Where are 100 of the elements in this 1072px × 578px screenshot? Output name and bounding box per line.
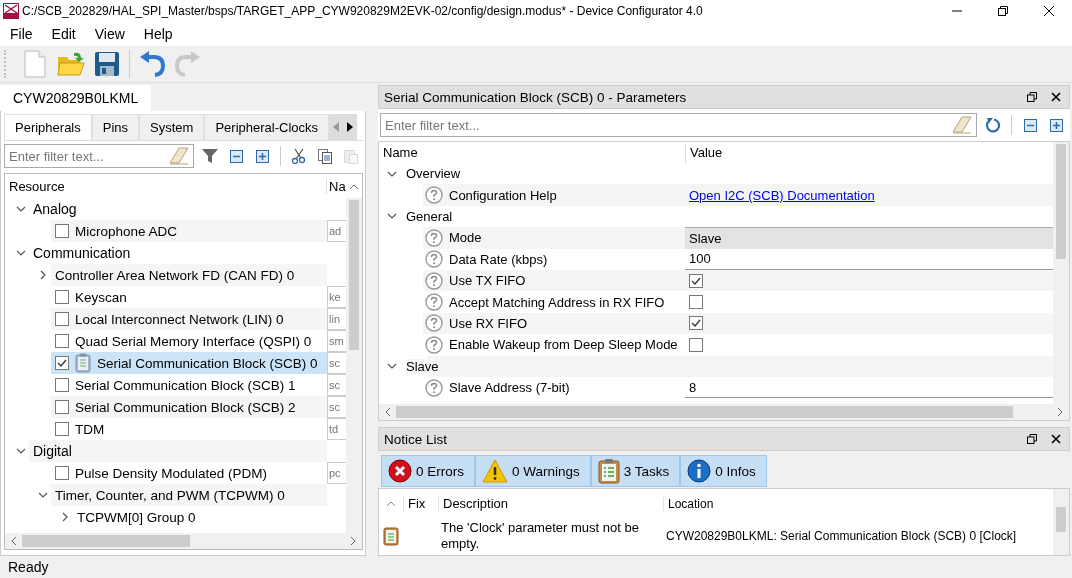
checkbox[interactable] bbox=[689, 273, 703, 288]
tree-row[interactable]: Serial Communication Block (SCB) 1 bbox=[51, 374, 327, 396]
scroll-right-icon[interactable] bbox=[1058, 408, 1063, 416]
parameter-label: Mode bbox=[449, 230, 482, 246]
column-header[interactable]: Resource bbox=[5, 178, 326, 194]
tree-row[interactable]: Local Interconnect Network (LIN) 0 bbox=[51, 308, 327, 330]
checkbox[interactable] bbox=[55, 378, 69, 392]
help-icon[interactable] bbox=[425, 250, 443, 269]
tree-item-label: Analog bbox=[33, 201, 77, 217]
menu-item[interactable]: Edit bbox=[44, 26, 83, 42]
tree-row[interactable]: TCPWM[0] Group 0 bbox=[73, 506, 327, 528]
mode-dropdown[interactable]: Slave bbox=[685, 227, 1053, 249]
float-icon[interactable] bbox=[1027, 434, 1037, 444]
chevron-down-icon[interactable] bbox=[16, 248, 26, 258]
tree-row[interactable]: Serial Communication Block (SCB) 2 bbox=[51, 396, 327, 418]
scroll-left-icon[interactable] bbox=[11, 537, 16, 545]
float-icon[interactable] bbox=[1027, 92, 1037, 102]
menu-item[interactable]: File bbox=[3, 26, 40, 42]
tree-row[interactable]: TDM bbox=[51, 418, 327, 440]
chevron-right-icon[interactable] bbox=[60, 512, 70, 522]
triangle-right-icon[interactable] bbox=[347, 122, 353, 132]
tree-item-label: Timer, Counter, and PWM (TCPWM) 0 bbox=[55, 487, 285, 503]
help-icon[interactable] bbox=[425, 335, 443, 354]
tab[interactable]: Peripheral-Clocks bbox=[204, 114, 329, 140]
checkbox[interactable] bbox=[689, 316, 703, 331]
info-icon[interactable] bbox=[687, 459, 712, 483]
tasks-filter-button[interactable]: 3 Tasks bbox=[590, 455, 681, 487]
chevron-right-icon[interactable] bbox=[38, 270, 48, 280]
tree-row[interactable]: Analog bbox=[29, 198, 327, 220]
help-icon[interactable] bbox=[425, 228, 443, 247]
column-header[interactable]: Fix bbox=[403, 496, 438, 511]
tree-row[interactable]: Quad Serial Memory Interface (QSPI) 0 bbox=[51, 330, 327, 352]
vertical-scrollbar[interactable] bbox=[346, 198, 362, 533]
close-icon[interactable] bbox=[1051, 92, 1061, 102]
errors-filter-button[interactable]: 0 Errors bbox=[381, 455, 475, 487]
status-text: Ready bbox=[8, 559, 49, 575]
sort-icon[interactable] bbox=[387, 501, 395, 506]
help-icon[interactable] bbox=[425, 271, 443, 290]
filter-field[interactable]: Enter filter text... bbox=[4, 144, 194, 168]
filter-field[interactable]: Enter filter text... bbox=[380, 113, 977, 137]
parameter-label: Slave Address (7-bit) bbox=[449, 380, 570, 396]
checkbox[interactable] bbox=[55, 290, 69, 304]
tree-row[interactable]: Communication bbox=[29, 242, 327, 264]
tree-item-label: Digital bbox=[33, 443, 72, 459]
scroll-right-button[interactable] bbox=[343, 114, 357, 140]
help-icon[interactable] bbox=[425, 293, 443, 312]
tab[interactable]: System bbox=[139, 114, 205, 140]
tree-row[interactable]: Digital bbox=[29, 440, 327, 462]
help-icon[interactable] bbox=[425, 378, 443, 397]
tree-row[interactable]: Controller Area Network FD (CAN FD) 0 bbox=[51, 264, 327, 286]
help-icon[interactable] bbox=[425, 186, 443, 205]
tree-item-label: Pulse Density Modulated (PDM) bbox=[75, 465, 268, 481]
tree-row[interactable]: Microphone ADC bbox=[51, 220, 327, 242]
close-icon[interactable] bbox=[1051, 434, 1061, 444]
app-logo-icon bbox=[3, 3, 19, 19]
checkbox[interactable] bbox=[55, 422, 69, 436]
close-icon[interactable] bbox=[1044, 6, 1054, 16]
restore-icon[interactable] bbox=[998, 6, 1008, 16]
scroll-up-icon[interactable] bbox=[350, 183, 358, 189]
group-label: General bbox=[406, 208, 453, 224]
checkbox[interactable] bbox=[55, 356, 69, 370]
scroll-right-icon[interactable] bbox=[351, 537, 356, 545]
tree-row[interactable]: Timer, Counter, and PWM (TCPWM) 0 bbox=[51, 484, 327, 506]
checkbox[interactable] bbox=[55, 466, 69, 480]
filter-input[interactable]: Enter filter text... bbox=[5, 147, 169, 165]
tab[interactable]: Peripherals bbox=[4, 114, 92, 140]
warning-icon[interactable] bbox=[482, 459, 508, 483]
tree-item-label: TCPWM[0] Group 0 bbox=[77, 509, 196, 525]
scroll-left-icon[interactable] bbox=[385, 408, 390, 416]
tab[interactable]: Pins bbox=[91, 114, 140, 140]
tree-row[interactable]: Serial Communication Block (SCB) 0 bbox=[51, 352, 327, 374]
checkbox[interactable] bbox=[55, 224, 69, 238]
checkbox[interactable] bbox=[55, 312, 69, 326]
checkbox[interactable] bbox=[689, 295, 703, 310]
device-tab[interactable]: CYW20829B0LKML bbox=[0, 85, 152, 111]
checkbox[interactable] bbox=[689, 337, 703, 352]
chevron-down-icon[interactable] bbox=[38, 490, 48, 500]
clipboard-icon[interactable] bbox=[597, 458, 620, 484]
chevron-down-icon[interactable] bbox=[16, 446, 26, 456]
column-header[interactable]: Na bbox=[326, 178, 346, 194]
tree-row[interactable]: Pulse Density Modulated (PDM) bbox=[51, 462, 327, 484]
horizontal-scrollbar[interactable] bbox=[5, 533, 362, 549]
help-icon[interactable] bbox=[425, 314, 443, 333]
column-header[interactable]: Description bbox=[438, 496, 663, 511]
menu-item[interactable]: View bbox=[87, 26, 132, 42]
column-header[interactable]: Name bbox=[379, 145, 685, 160]
vertical-scrollbar[interactable] bbox=[1053, 489, 1069, 555]
vertical-scrollbar[interactable] bbox=[1053, 142, 1069, 404]
notice-location: CYW20829B0LKML: Serial Communication Block (SCB) 0 [Clock] bbox=[665, 529, 1018, 543]
documentation-link[interactable]: Open I2C (SCB) Documentation bbox=[689, 187, 875, 203]
error-icon[interactable] bbox=[388, 459, 412, 483]
horizontal-scrollbar[interactable] bbox=[379, 404, 1069, 420]
tree-row[interactable]: Keyscan bbox=[51, 286, 327, 308]
menu-item[interactable]: Help bbox=[136, 26, 180, 42]
infos-filter-button[interactable]: 0 Infos bbox=[680, 455, 767, 487]
warnings-filter-button[interactable]: 0 Warnings bbox=[475, 455, 591, 487]
checkbox[interactable] bbox=[55, 400, 69, 414]
chevron-down-icon[interactable] bbox=[16, 204, 26, 214]
checkbox[interactable] bbox=[55, 334, 69, 348]
tree-item-label: Serial Communication Block (SCB) 2 bbox=[75, 399, 296, 415]
